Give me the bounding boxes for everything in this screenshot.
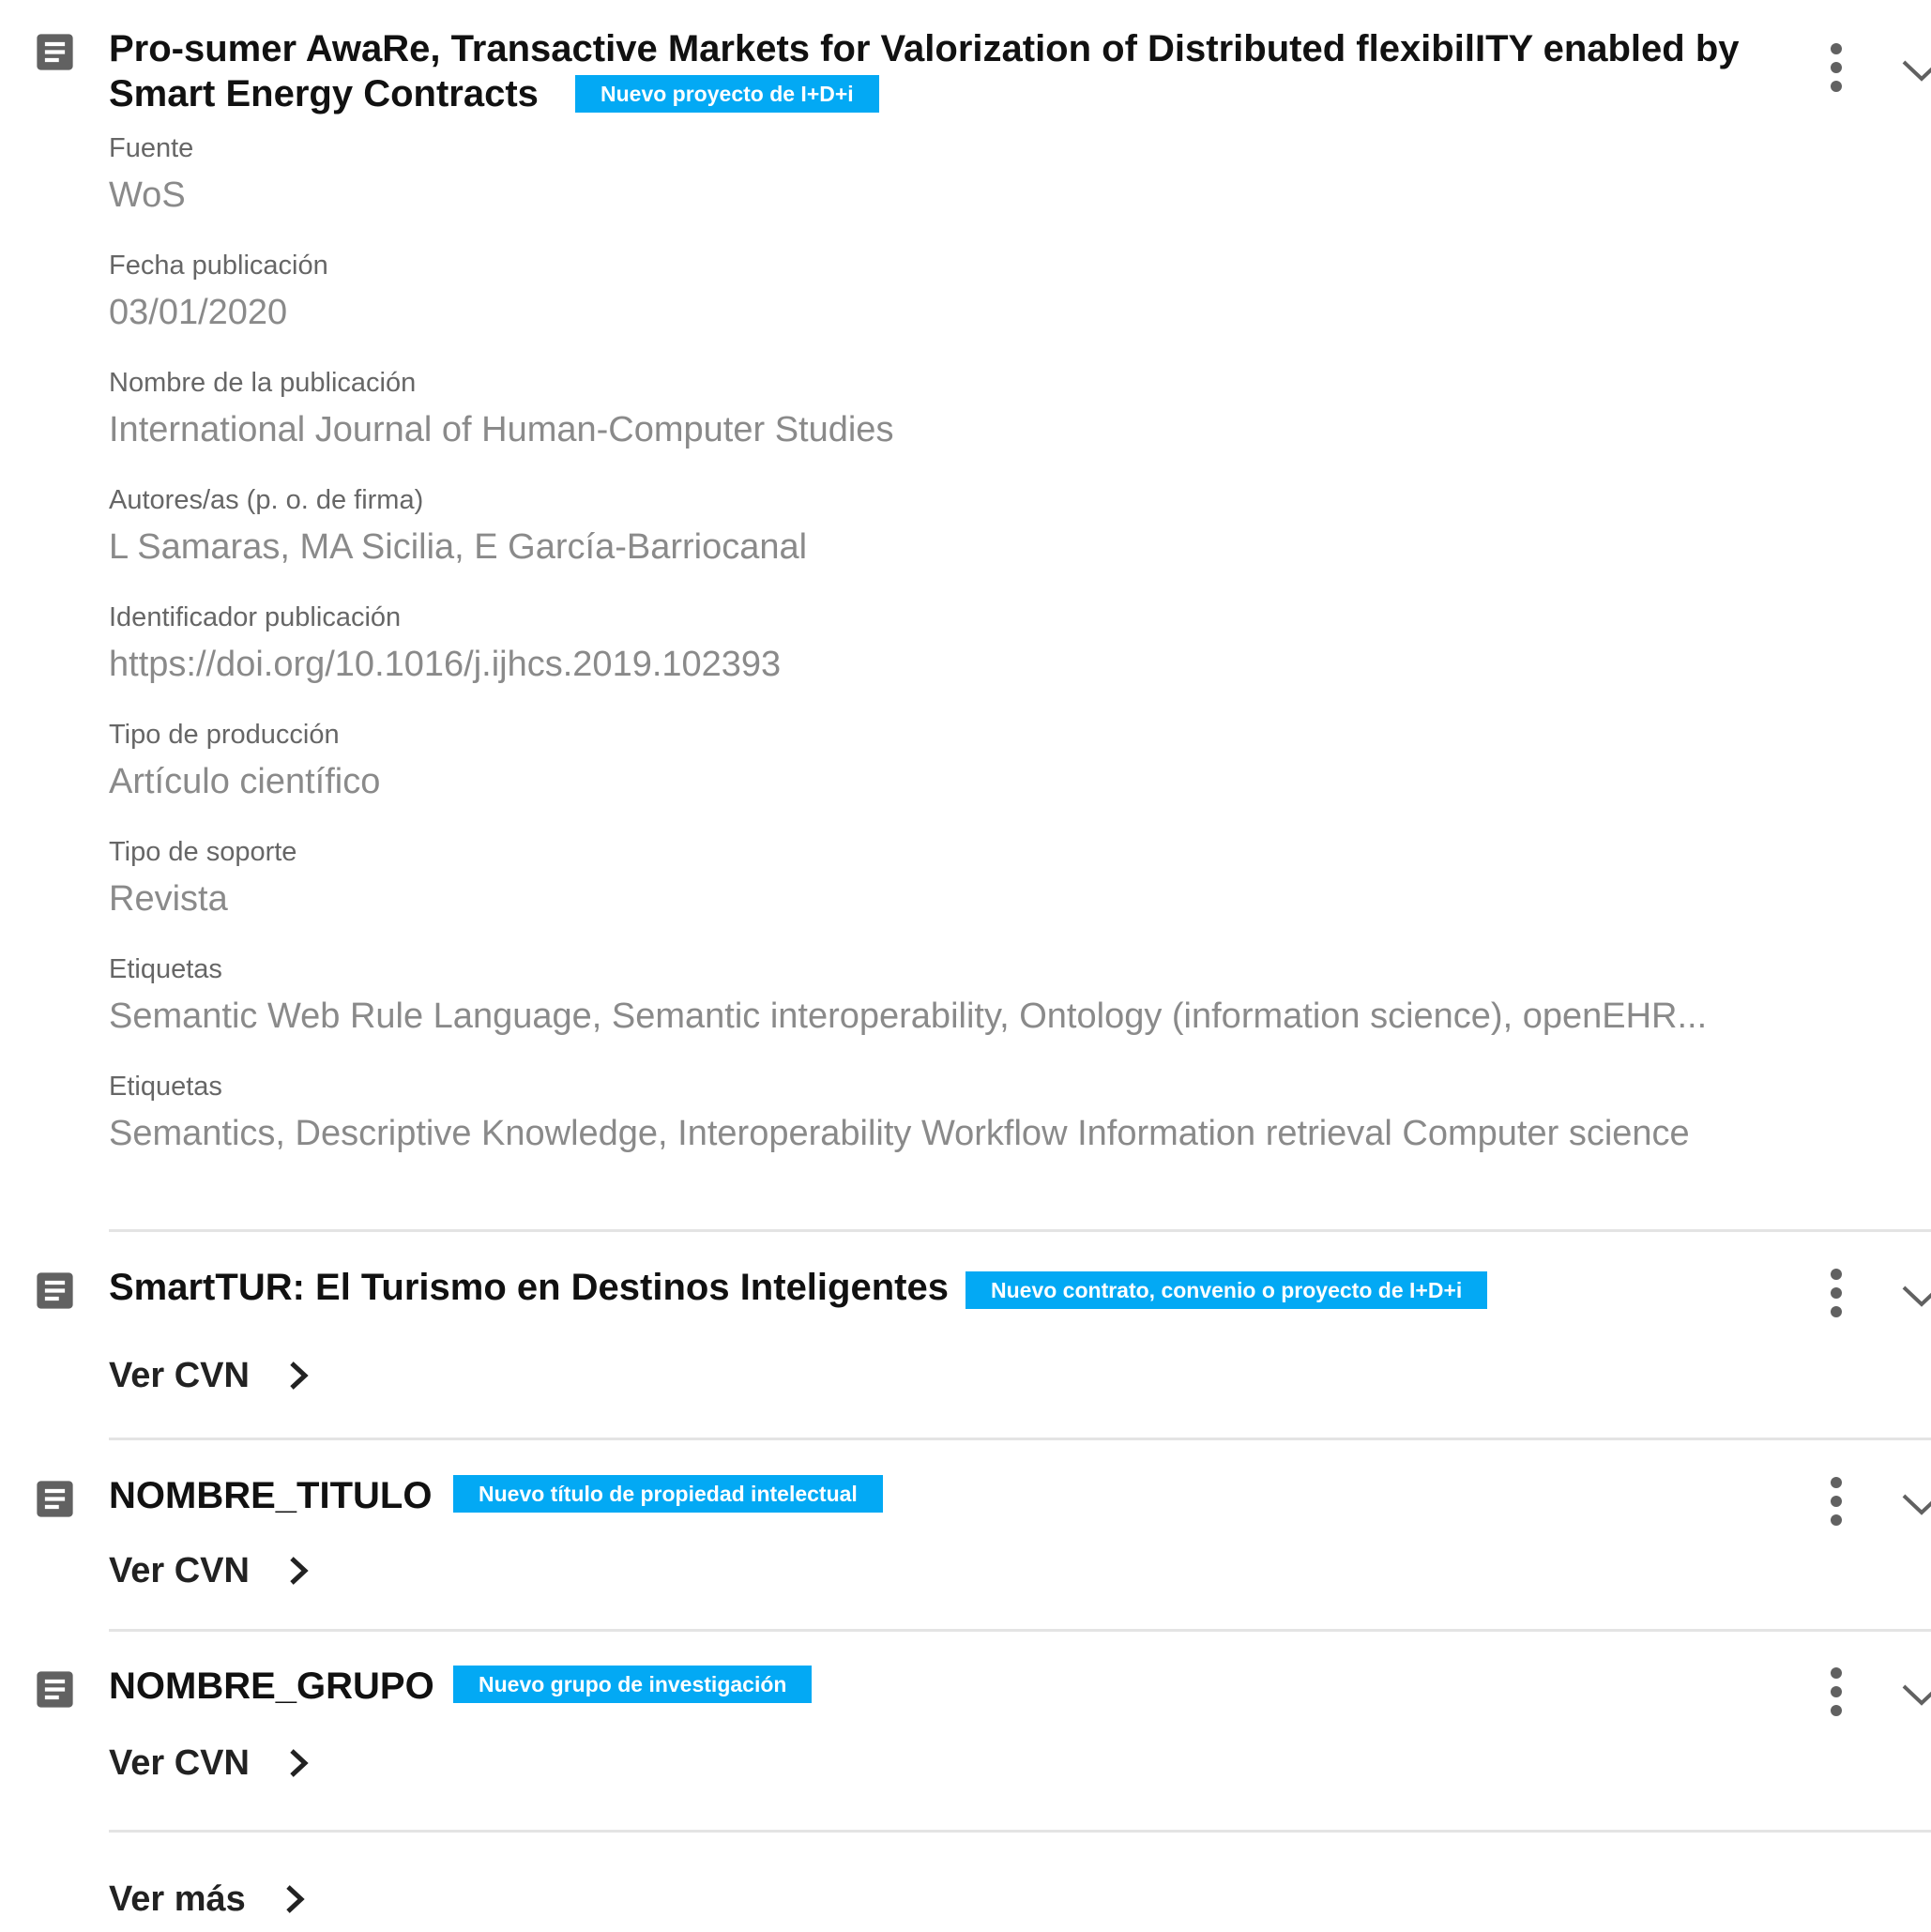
detail-field-publication-date: Fecha publicación 03/01/2020 — [109, 249, 328, 335]
detail-field-publication-name: Nombre de la publicación International J… — [109, 366, 893, 452]
detail-field-authors: Autores/as (p. o. de firma) L Samaras, M… — [109, 483, 807, 570]
detail-field-identifier: Identificador publicación https://doi.or… — [109, 601, 781, 687]
document-icon — [31, 1666, 79, 1713]
status-badge: Nuevo contrato, convenio o proyecto de I… — [966, 1271, 1488, 1309]
divider — [109, 1830, 1931, 1833]
item-title[interactable]: NOMBRE_GRUPO — [109, 1664, 434, 1709]
view-more-label: Ver más — [109, 1879, 246, 1919]
field-value: L Samaras, MA Sicilia, E García-Barrioca… — [109, 527, 808, 567]
item-title[interactable]: SmartTUR: El Turismo en Destinos Intelig… — [109, 1265, 949, 1310]
item-title-continued[interactable]: Smart Energy Contracts — [109, 71, 539, 116]
chevron-down-icon[interactable] — [1901, 1280, 1931, 1308]
view-more-link[interactable]: Ver más — [109, 1877, 306, 1922]
field-label: Fuente — [109, 133, 194, 163]
chevron-down-icon[interactable] — [1901, 1488, 1931, 1516]
detail-field-support-type: Tipo de soporte Revista — [109, 835, 296, 921]
detail-field-source: Fuente WoS — [109, 131, 193, 218]
more-vert-icon[interactable] — [1822, 39, 1850, 96]
field-value: Revista — [109, 879, 228, 919]
view-cvn-link[interactable]: Ver CVN — [109, 1741, 310, 1786]
detail-field-tags: Etiquetas Semantic Web Rule Language, Se… — [109, 952, 1707, 1039]
field-label: Tipo de producción — [109, 720, 340, 750]
view-cvn-label: Ver CVN — [109, 1551, 250, 1590]
chevron-right-icon — [290, 1749, 309, 1777]
field-value: https://doi.org/10.1016/j.ijhcs.2019.102… — [109, 645, 782, 684]
field-label: Identificador publicación — [109, 602, 402, 632]
view-cvn-link[interactable]: Ver CVN — [109, 1353, 310, 1398]
status-badge: Nuevo título de propiedad intelectual — [453, 1475, 883, 1513]
field-label: Etiquetas — [109, 1072, 222, 1102]
field-label: Fecha publicación — [109, 251, 328, 281]
status-badge: Nuevo proyecto de I+D+i — [575, 75, 879, 113]
more-vert-icon[interactable] — [1822, 1265, 1850, 1321]
field-value: 03/01/2020 — [109, 293, 288, 332]
chevron-down-icon[interactable] — [1901, 54, 1931, 83]
field-label: Autores/as (p. o. de firma) — [109, 485, 424, 515]
document-icon — [31, 1475, 79, 1523]
divider — [109, 1438, 1931, 1440]
field-value: Artículo científico — [109, 762, 381, 801]
more-vert-icon[interactable] — [1822, 1473, 1850, 1529]
field-value: WoS — [109, 175, 186, 215]
field-label: Tipo de soporte — [109, 837, 297, 867]
chevron-down-icon[interactable] — [1901, 1679, 1931, 1707]
view-cvn-link[interactable]: Ver CVN — [109, 1548, 310, 1593]
field-value: Semantic Web Rule Language, Semantic int… — [109, 996, 1708, 1036]
field-label: Etiquetas — [109, 954, 222, 984]
more-vert-icon[interactable] — [1822, 1664, 1850, 1720]
detail-field-tags: Etiquetas Semantics, Descriptive Knowled… — [109, 1070, 1690, 1156]
field-value: International Journal of Human-Computer … — [109, 410, 894, 449]
view-cvn-label: Ver CVN — [109, 1743, 250, 1783]
chevron-right-icon — [290, 1362, 309, 1390]
field-label: Nombre de la publicación — [109, 368, 417, 398]
document-icon — [31, 28, 79, 76]
chevron-right-icon — [290, 1557, 309, 1585]
item-title[interactable]: NOMBRE_TITULO — [109, 1473, 432, 1518]
view-cvn-label: Ver CVN — [109, 1356, 250, 1395]
activity-list: Pro-sumer AwaRe, Transactive Markets for… — [0, 0, 1931, 1932]
field-value: Semantics, Descriptive Knowledge, Intero… — [109, 1114, 1690, 1153]
detail-field-production-type: Tipo de producción Artículo científico — [109, 718, 380, 804]
status-badge: Nuevo grupo de investigación — [453, 1666, 813, 1703]
divider — [109, 1229, 1931, 1232]
divider — [109, 1629, 1931, 1632]
chevron-right-icon — [286, 1885, 305, 1913]
document-icon — [31, 1267, 79, 1315]
item-title[interactable]: Pro-sumer AwaRe, Transactive Markets for… — [109, 26, 1740, 71]
